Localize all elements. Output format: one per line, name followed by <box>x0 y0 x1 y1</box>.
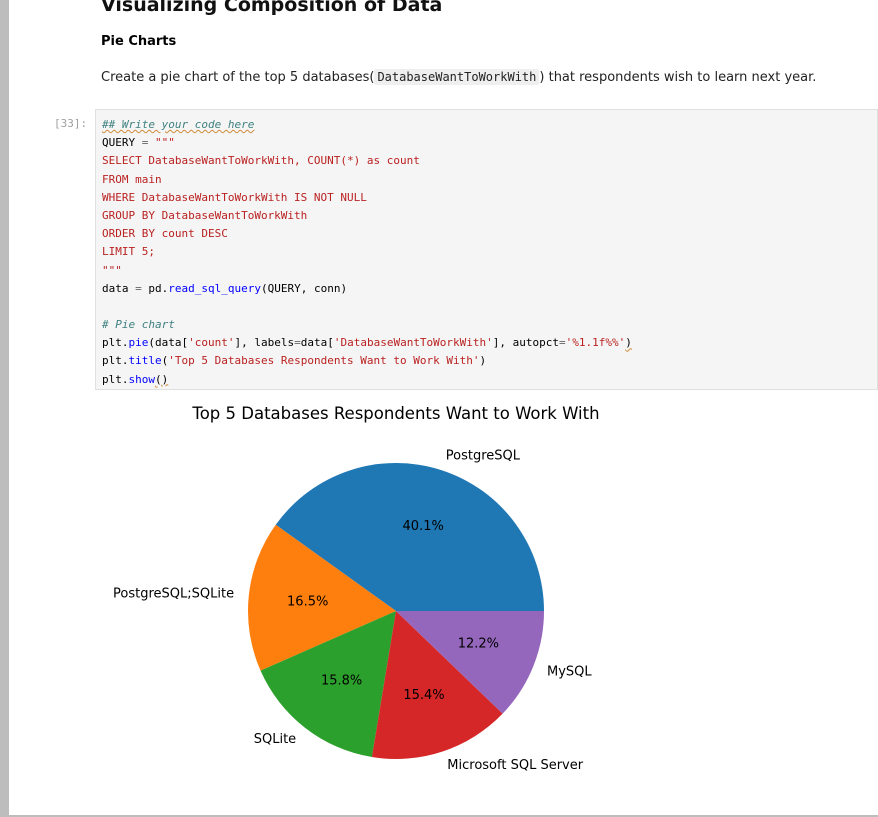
operator: = <box>559 336 566 350</box>
function-name: pie <box>128 336 149 350</box>
operator: = <box>294 336 301 350</box>
module-name: plt. <box>102 354 129 368</box>
slice-category-label: PostgreSQL <box>446 449 521 464</box>
code-line-7: ORDER BY count DESC <box>102 227 228 241</box>
slice-percentage-label: 15.4% <box>403 688 444 703</box>
code-line-6: GROUP BY DatabaseWantToWorkWith <box>102 208 308 222</box>
instruction-text-after: ) that respondents wish to learn next ye… <box>539 70 817 85</box>
code-line-5: WHERE DatabaseWantToWorkWith IS NOT NULL <box>102 190 367 204</box>
call-args: (QUERY, conn) <box>260 281 348 295</box>
string-literal: 'count' <box>188 336 235 350</box>
module-name: plt. <box>102 336 129 350</box>
code-token: ], autopct <box>492 336 560 350</box>
code-token: ], labels <box>234 336 295 350</box>
function-name: title <box>128 354 162 368</box>
cell-selection-bar <box>0 0 9 817</box>
slice-percentage-label: 40.1% <box>403 519 444 534</box>
code-token: ) <box>625 336 632 350</box>
string-literal: 'DatabaseWantToWorkWith' <box>333 336 493 350</box>
slice-category-label: SQLite <box>254 732 296 747</box>
code-line-4: FROM main <box>102 172 162 186</box>
code-line-8: LIMIT 5; <box>102 245 155 259</box>
code-content[interactable]: ## Write your code here QUERY = """ SELECT… <box>102 116 632 389</box>
code-line-13: plt.pie(data['count'], labels=data['Data… <box>102 334 632 352</box>
pie-chart-svg: Top 5 Databases Respondents Want to Work… <box>113 404 600 773</box>
string-literal: 'Top 5 Databases Respondents Want to Wor… <box>168 354 480 368</box>
function-name: read_sql_query <box>168 281 261 295</box>
slice-percentage-label: 16.5% <box>287 594 328 609</box>
code-line-12: # Pie chart <box>102 318 175 332</box>
string-delimiter: """ <box>155 136 175 150</box>
slice-category-label: MySQL <box>547 664 592 679</box>
code-line-9: """ <box>102 263 122 277</box>
code-token: ) <box>479 354 487 368</box>
code-cell-editor[interactable]: ## Write your code here QUERY = """ SELECT… <box>95 109 878 390</box>
operator: = <box>128 281 149 295</box>
code-line-1: ## Write your code here <box>102 116 632 134</box>
chart-title: Top 5 Databases Respondents Want to Work… <box>191 404 599 423</box>
subsection-heading: Pie Charts <box>101 34 177 49</box>
pie-chart-output: Top 5 Databases Respondents Want to Work… <box>95 395 878 810</box>
code-token: data[ <box>300 336 334 350</box>
section-heading: Visualizing Composition of Data <box>101 0 443 16</box>
instruction-text-before: Create a pie chart of the top 5 database… <box>101 70 375 85</box>
module-name: pd. <box>148 281 169 295</box>
code-line-10: data = pd.read_sql_query(QUERY, conn) <box>102 280 632 298</box>
inline-code: DatabaseWantToWorkWith <box>374 69 540 85</box>
instruction-text: Create a pie chart of the top 5 database… <box>101 69 817 85</box>
slice-category-label: Microsoft SQL Server <box>447 758 583 773</box>
code-line-2: QUERY = """ <box>102 134 632 152</box>
variable-name: data <box>102 281 129 295</box>
comment-text: ## Write your code here <box>102 118 255 131</box>
slice-category-label: PostgreSQL;SQLite <box>113 587 234 602</box>
pie-slices <box>247 462 544 760</box>
operator: = <box>135 136 155 150</box>
module-name: plt. <box>102 372 129 386</box>
code-line-14: plt.title('Top 5 Databases Respondents W… <box>102 352 632 370</box>
string-literal: '%1.1f%%' <box>565 336 626 350</box>
cell-execution-count: [33]: <box>54 117 88 130</box>
code-token: () <box>155 372 169 386</box>
slice-percentage-label: 12.2% <box>458 637 499 652</box>
variable-name: QUERY <box>102 136 136 150</box>
function-name: show <box>128 372 156 386</box>
code-line-15: plt.show() <box>102 371 632 389</box>
code-token: (data[ <box>148 336 189 350</box>
code-line-11-blank <box>102 298 632 316</box>
slice-percentage-label: 15.8% <box>321 674 362 689</box>
code-line-3: SELECT DatabaseWantToWorkWith, COUNT(*) … <box>102 154 420 168</box>
